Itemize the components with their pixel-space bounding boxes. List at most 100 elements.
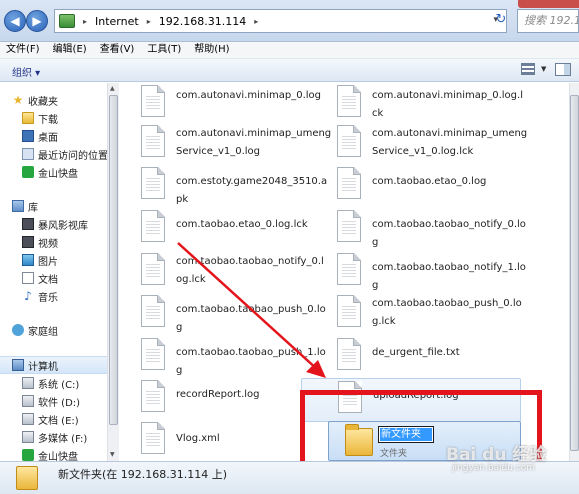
text-file-icon [337, 295, 361, 327]
computer-icon [12, 359, 24, 371]
text-file-icon [141, 380, 165, 412]
file-item[interactable]: com.taobao.taobao_notify_0.log [315, 208, 529, 252]
file-name: com.taobao.taobao_notify_0.log.lck [176, 256, 324, 285]
file-name: Vlog.xml [176, 433, 220, 444]
drive-icon [22, 413, 34, 425]
picture-icon [22, 254, 34, 266]
text-file-icon [141, 338, 165, 370]
nav-computer[interactable]: 计算机 [0, 356, 107, 374]
file-item-hovered[interactable]: uploadReport.log [301, 378, 521, 422]
file-item[interactable]: com.autonavi.minimap_umengService_v1_0.l… [315, 123, 529, 167]
nav-label: 金山快盘 [38, 451, 78, 462]
video-icon [22, 236, 34, 248]
rename-input[interactable]: 新文件夹 [378, 426, 434, 443]
nav-item-drive-e[interactable]: 文档 (E:) [0, 410, 107, 428]
file-item[interactable]: de_urgent_file.txt [315, 336, 529, 380]
menu-edit[interactable]: 编辑(E) [53, 42, 87, 58]
file-item[interactable]: com.estoty.game2048_3510.apk [119, 165, 333, 209]
nav-label: 下载 [38, 114, 58, 126]
nav-item-baofeng[interactable]: 暴风影视库 [0, 215, 107, 233]
window-close-button[interactable] [518, 0, 579, 8]
file-name: com.taobao.taobao_notify_1.log [372, 262, 526, 291]
nav-item-downloads[interactable]: 下载 [0, 109, 107, 127]
recent-places-icon [22, 148, 34, 160]
file-name: com.taobao.taobao_notify_0.log [372, 219, 526, 248]
star-icon: ★ [12, 93, 24, 107]
nav-item-pictures[interactable]: 图片 [0, 251, 107, 269]
file-item[interactable]: com.taobao.taobao_push_0.log.lck [315, 293, 529, 337]
chevron-right-icon[interactable]: ▸ [147, 17, 151, 26]
file-item[interactable]: com.taobao.taobao_notify_1.log [315, 251, 529, 295]
nav-item-recent[interactable]: 最近访问的位置 [0, 145, 107, 163]
file-item[interactable]: com.taobao.taobao_push_0.log [119, 293, 333, 337]
drive-icon [22, 431, 34, 443]
file-scroll-thumb[interactable] [570, 95, 579, 451]
chevron-right-icon[interactable]: ▸ [254, 17, 258, 26]
file-name: com.taobao.taobao_push_0.log [176, 304, 326, 333]
folder-icon [345, 424, 373, 456]
search-input[interactable]: 搜索 192.1... [517, 9, 579, 33]
nav-scroll-thumb[interactable] [109, 95, 118, 425]
homegroup-icon [12, 324, 24, 336]
file-item[interactable]: com.taobao.taobao_push_1.log [119, 336, 333, 380]
file-name: com.autonavi.minimap_0.log [176, 90, 322, 101]
file-item[interactable]: com.taobao.etao_0.log [315, 165, 529, 209]
nav-homegroup[interactable]: 家庭组 [0, 321, 107, 339]
nav-item-drive-f[interactable]: 多媒体 (F:) [0, 428, 107, 446]
text-file-icon [337, 338, 361, 370]
nav-libraries[interactable]: 库 [0, 197, 107, 215]
back-button[interactable]: ◀ [4, 10, 26, 32]
menu-tools[interactable]: 工具(T) [147, 42, 181, 58]
menu-view[interactable]: 查看(V) [100, 42, 135, 58]
breadcrumb-ip[interactable]: 192.168.31.114 [159, 15, 246, 28]
scroll-down-icon[interactable]: ▼ [110, 451, 115, 458]
menu-file[interactable]: 文件(F) [6, 42, 40, 58]
text-file-icon [337, 125, 361, 157]
nav-item-drive-c[interactable]: 系统 (C:) [0, 374, 107, 392]
desktop-icon [22, 130, 34, 142]
nav-label: 计算机 [28, 361, 58, 373]
file-name: com.autonavi.minimap_umengService_v1_0.l… [372, 128, 528, 157]
drive-icon [22, 395, 34, 407]
chevron-right-icon[interactable]: ▸ [83, 17, 87, 26]
nav-item-desktop[interactable]: 桌面 [0, 127, 107, 145]
file-scrollbar[interactable] [569, 83, 579, 461]
file-item[interactable]: com.taobao.taobao_notify_0.log.lck [119, 251, 333, 295]
nav-label: 库 [28, 202, 38, 214]
nav-label: 音乐 [38, 292, 58, 304]
nav-item-videos[interactable]: 视频 [0, 233, 107, 251]
organize-button[interactable]: 组织 ▾ [12, 64, 40, 79]
kuaipan-icon [22, 166, 34, 178]
network-icon [59, 14, 75, 28]
file-item[interactable]: com.taobao.etao_0.log.lck [119, 208, 333, 252]
breadcrumb-internet[interactable]: Internet [95, 15, 139, 28]
file-name: de_urgent_file.txt [372, 347, 460, 358]
forward-button[interactable]: ▶ [26, 10, 48, 32]
view-options-icon[interactable] [521, 63, 535, 75]
nav-label: 桌面 [38, 132, 58, 144]
nav-item-documents[interactable]: 文档 [0, 269, 107, 287]
nav-favorites[interactable]: ★ 收藏夹 [0, 91, 107, 109]
nav-item-jinshan-drive[interactable]: 金山快盘 [0, 446, 107, 461]
preview-pane-icon[interactable] [555, 63, 571, 76]
refresh-button[interactable]: ↻ [490, 9, 512, 33]
file-name: com.taobao.taobao_push_0.log.lck [372, 298, 522, 327]
nav-label: 收藏夹 [28, 96, 58, 108]
file-item[interactable]: com.autonavi.minimap_umengService_v1_0.l… [119, 123, 333, 167]
nav-scrollbar[interactable]: ▲ ▼ [107, 83, 119, 461]
file-name: uploadReport.log [373, 390, 459, 401]
file-item[interactable]: com.autonavi.minimap_0.log.lck [315, 83, 529, 127]
watermark-url: jingyan.baidu.com [452, 463, 536, 473]
nav-item-drive-d[interactable]: 软件 (D:) [0, 392, 107, 410]
nav-item-jinshan[interactable]: 金山快盘 [0, 163, 107, 181]
scroll-up-icon[interactable]: ▲ [110, 85, 115, 92]
nav-label: 最近访问的位置 [38, 150, 107, 162]
menu-help[interactable]: 帮助(H) [194, 42, 229, 58]
file-item[interactable]: Vlog.xml [119, 420, 333, 461]
nav-item-music[interactable]: ♪ 音乐 [0, 287, 107, 305]
chevron-down-icon[interactable]: ▼ [541, 65, 546, 73]
file-item[interactable]: com.autonavi.minimap_0.log [119, 83, 333, 127]
file-name: com.taobao.taobao_push_1.log [176, 347, 326, 376]
command-bar: 组织 ▾ ▼ [0, 58, 579, 82]
address-field[interactable]: ▸ Internet ▸ 192.168.31.114 ▸ ▾ [54, 9, 507, 33]
